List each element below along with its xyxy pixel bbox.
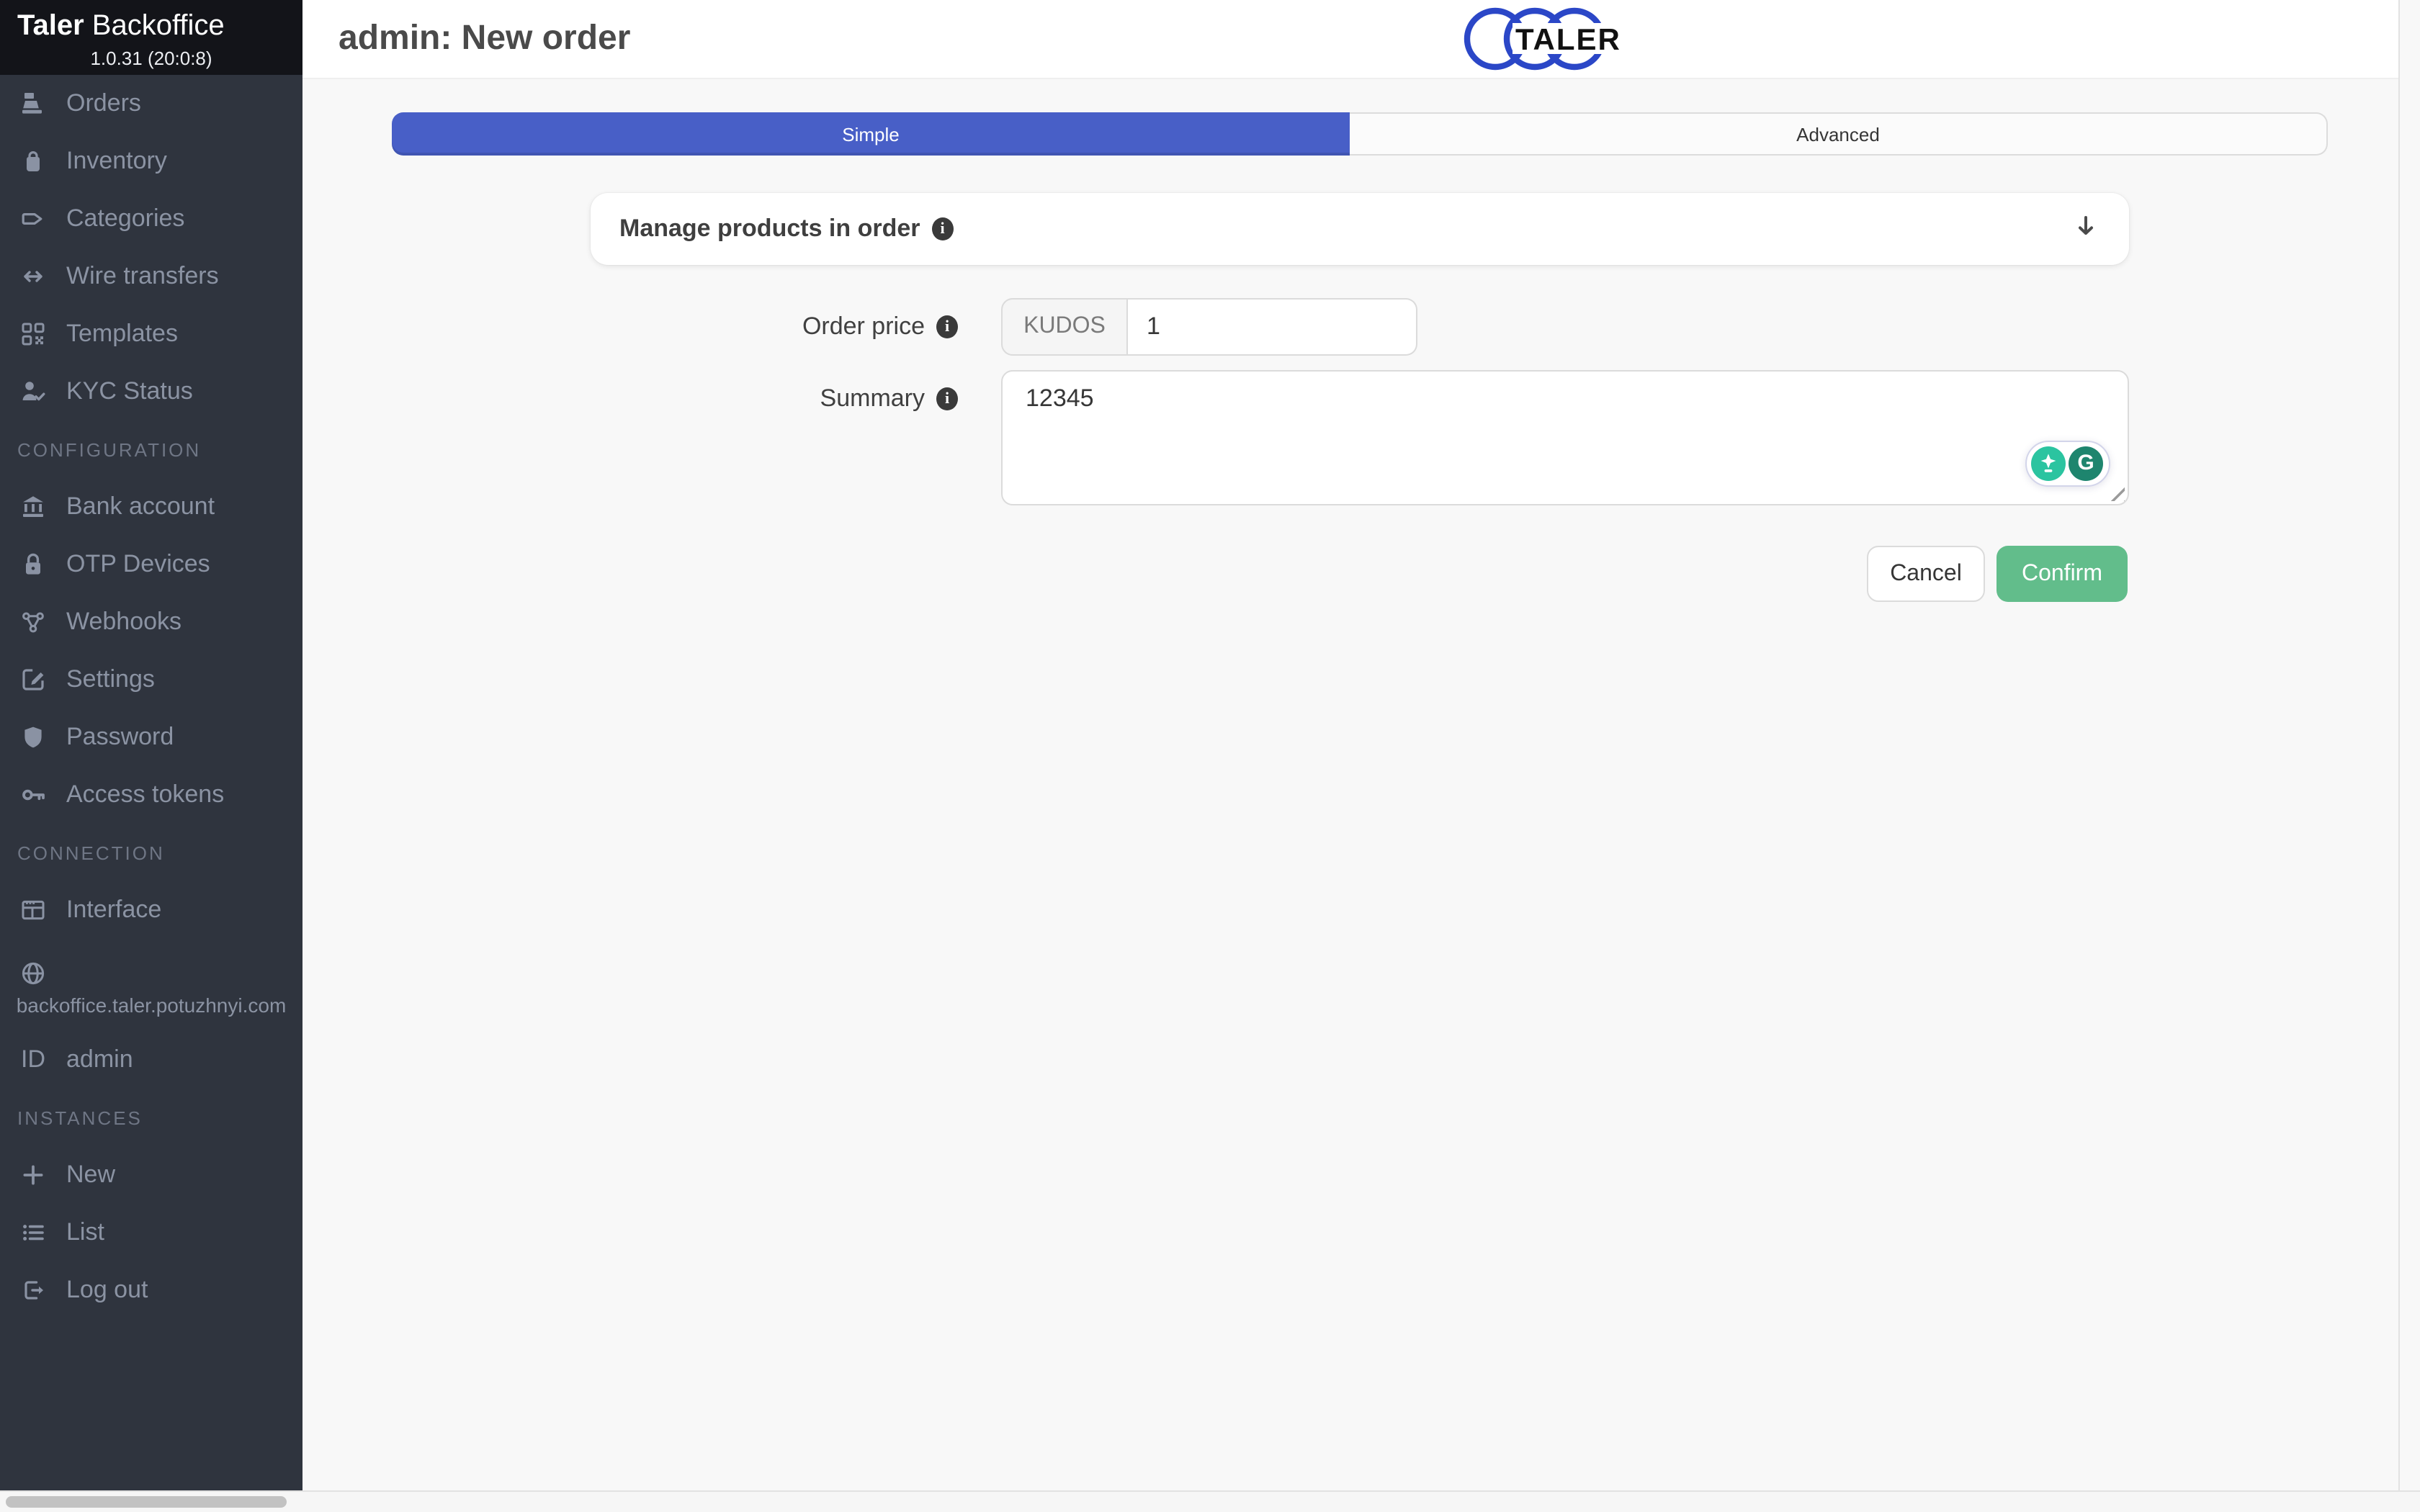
tab-advanced[interactable]: Advanced <box>1350 112 2328 156</box>
sidebar-section-configuration: CONFIGURATION <box>0 420 302 478</box>
app-version: 1.0.31 (20:0:8) <box>0 48 302 69</box>
horizontal-scrollbar-track[interactable] <box>0 1490 2420 1512</box>
sidebar-nav: Orders Inventory Categories Wire transfe… <box>0 75 302 1319</box>
accordion-label: Manage products in order <box>591 215 920 243</box>
order-price-group: KUDOS <box>1001 298 1417 356</box>
sidebar-item-label: Access tokens <box>66 780 224 809</box>
horizontal-scrollbar-thumb[interactable] <box>6 1496 287 1508</box>
vertical-scrollbar-track[interactable] <box>2398 0 2420 1512</box>
sidebar-header: Taler Backoffice 1.0.31 (20:0:8) <box>0 0 302 75</box>
globe-icon-row <box>0 939 302 988</box>
currency-addon: KUDOS <box>1001 298 1128 356</box>
list-icon <box>0 1218 66 1247</box>
sidebar-item-label: New <box>66 1161 115 1189</box>
grammarly-suggestion-icon[interactable] <box>2030 446 2065 480</box>
id-prefix-label: ID <box>0 1045 66 1074</box>
sidebar-item-label: OTP Devices <box>66 550 210 579</box>
sidebar-item-label: Orders <box>66 89 141 118</box>
webhook-nodes-icon <box>0 608 66 636</box>
order-price-input[interactable] <box>1128 298 1417 356</box>
table-icon <box>0 896 66 924</box>
sidebar-item-log-out[interactable]: Log out <box>0 1261 302 1319</box>
order-price-label: Order price <box>802 312 925 341</box>
info-icon[interactable]: i <box>932 217 954 240</box>
order-price-label-row: Order price i <box>302 298 958 356</box>
sidebar-section-connection: CONNECTION <box>0 824 302 881</box>
sidebar-item-label: Settings <box>66 665 155 694</box>
sidebar-item-label: Templates <box>66 320 178 348</box>
grammarly-logo-icon[interactable]: G <box>2069 446 2103 480</box>
cash-register-icon <box>0 89 66 118</box>
sidebar-item-backend-url[interactable]: backoffice.taler.potuzhnyi.com <box>0 939 302 1031</box>
app: Taler Backoffice 1.0.31 (20:0:8) Orders … <box>0 0 2420 1512</box>
confirm-button[interactable]: Confirm <box>1996 546 2128 602</box>
sidebar-item-instance-id[interactable]: ID admin <box>0 1031 302 1089</box>
taler-logo: TALER <box>1464 7 1651 78</box>
sidebar-item-label: Bank account <box>66 492 215 521</box>
sidebar-item-password[interactable]: Password <box>0 708 302 766</box>
sidebar-item-label: Log out <box>66 1276 148 1305</box>
plus-icon <box>0 1161 66 1189</box>
page-title: admin: New order <box>339 0 630 78</box>
summary-field-wrap: 12345 G <box>1001 370 2129 505</box>
backend-url-label: backoffice.taler.potuzhnyi.com <box>0 994 302 1017</box>
shopping-bag-icon <box>0 147 66 176</box>
sidebar-item-new-instance[interactable]: New <box>0 1146 302 1204</box>
user-check-icon <box>0 377 66 406</box>
sidebar-item-categories[interactable]: Categories <box>0 190 302 248</box>
qr-code-icon <box>0 320 66 348</box>
sidebar-item-webhooks[interactable]: Webhooks <box>0 593 302 651</box>
cancel-button[interactable]: Cancel <box>1867 546 1985 602</box>
sidebar-item-label: Categories <box>66 204 184 233</box>
form-mode-tabs: Simple Advanced <box>392 112 2328 156</box>
sidebar-item-orders[interactable]: Orders <box>0 75 302 132</box>
sidebar-item-label: Wire transfers <box>66 262 219 291</box>
app-title: Taler Backoffice <box>0 10 302 43</box>
sidebar-item-interface[interactable]: Interface <box>0 881 302 939</box>
sidebar-item-wire-transfers[interactable]: Wire transfers <box>0 248 302 305</box>
main-content: admin: New order TALER Simple Advanced M… <box>302 0 2398 1490</box>
taler-logo-text: TALER <box>1515 22 1621 56</box>
sidebar-item-otp-devices[interactable]: OTP Devices <box>0 536 302 593</box>
bank-icon <box>0 492 66 521</box>
info-icon[interactable]: i <box>936 387 958 410</box>
tab-simple[interactable]: Simple <box>392 112 1350 156</box>
sidebar-item-label: KYC Status <box>66 377 193 406</box>
summary-textarea[interactable]: 12345 <box>1001 370 2129 505</box>
sidebar-item-label: Interface <box>66 896 161 924</box>
summary-label-row: Summary i <box>302 370 958 428</box>
left-right-arrow-icon <box>0 262 66 291</box>
sidebar-item-list-instances[interactable]: List <box>0 1204 302 1261</box>
top-bar: admin: New order TALER <box>302 0 2398 79</box>
grammarly-widget: G <box>2025 441 2110 487</box>
shield-icon <box>0 723 66 752</box>
key-icon <box>0 780 66 809</box>
sidebar-item-templates[interactable]: Templates <box>0 305 302 363</box>
lock-icon <box>0 550 66 579</box>
summary-label: Summary <box>820 384 925 413</box>
instance-id-value: admin <box>66 1045 133 1074</box>
tag-icon <box>0 204 66 233</box>
sidebar-item-label: List <box>66 1218 104 1247</box>
manage-products-accordion[interactable]: Manage products in order i <box>591 193 2129 265</box>
sidebar-item-settings[interactable]: Settings <box>0 651 302 708</box>
app-title-rest: Backoffice <box>84 10 225 42</box>
sidebar-item-label: Webhooks <box>66 608 182 636</box>
sidebar-item-label: Password <box>66 723 174 752</box>
sidebar-item-kyc-status[interactable]: KYC Status <box>0 363 302 420</box>
app-title-brand: Taler <box>17 10 84 42</box>
logout-icon <box>0 1276 66 1305</box>
chevron-down-icon[interactable] <box>2071 211 2100 247</box>
edit-icon <box>0 665 66 694</box>
sidebar-item-inventory[interactable]: Inventory <box>0 132 302 190</box>
sidebar-item-bank-account[interactable]: Bank account <box>0 478 302 536</box>
sidebar-item-label: Inventory <box>66 147 167 176</box>
sidebar-section-instances: INSTANCES <box>0 1089 302 1146</box>
sidebar-item-access-tokens[interactable]: Access tokens <box>0 766 302 824</box>
globe-icon <box>0 959 66 988</box>
info-icon[interactable]: i <box>936 315 958 338</box>
sidebar: Taler Backoffice 1.0.31 (20:0:8) Orders … <box>0 0 302 1490</box>
